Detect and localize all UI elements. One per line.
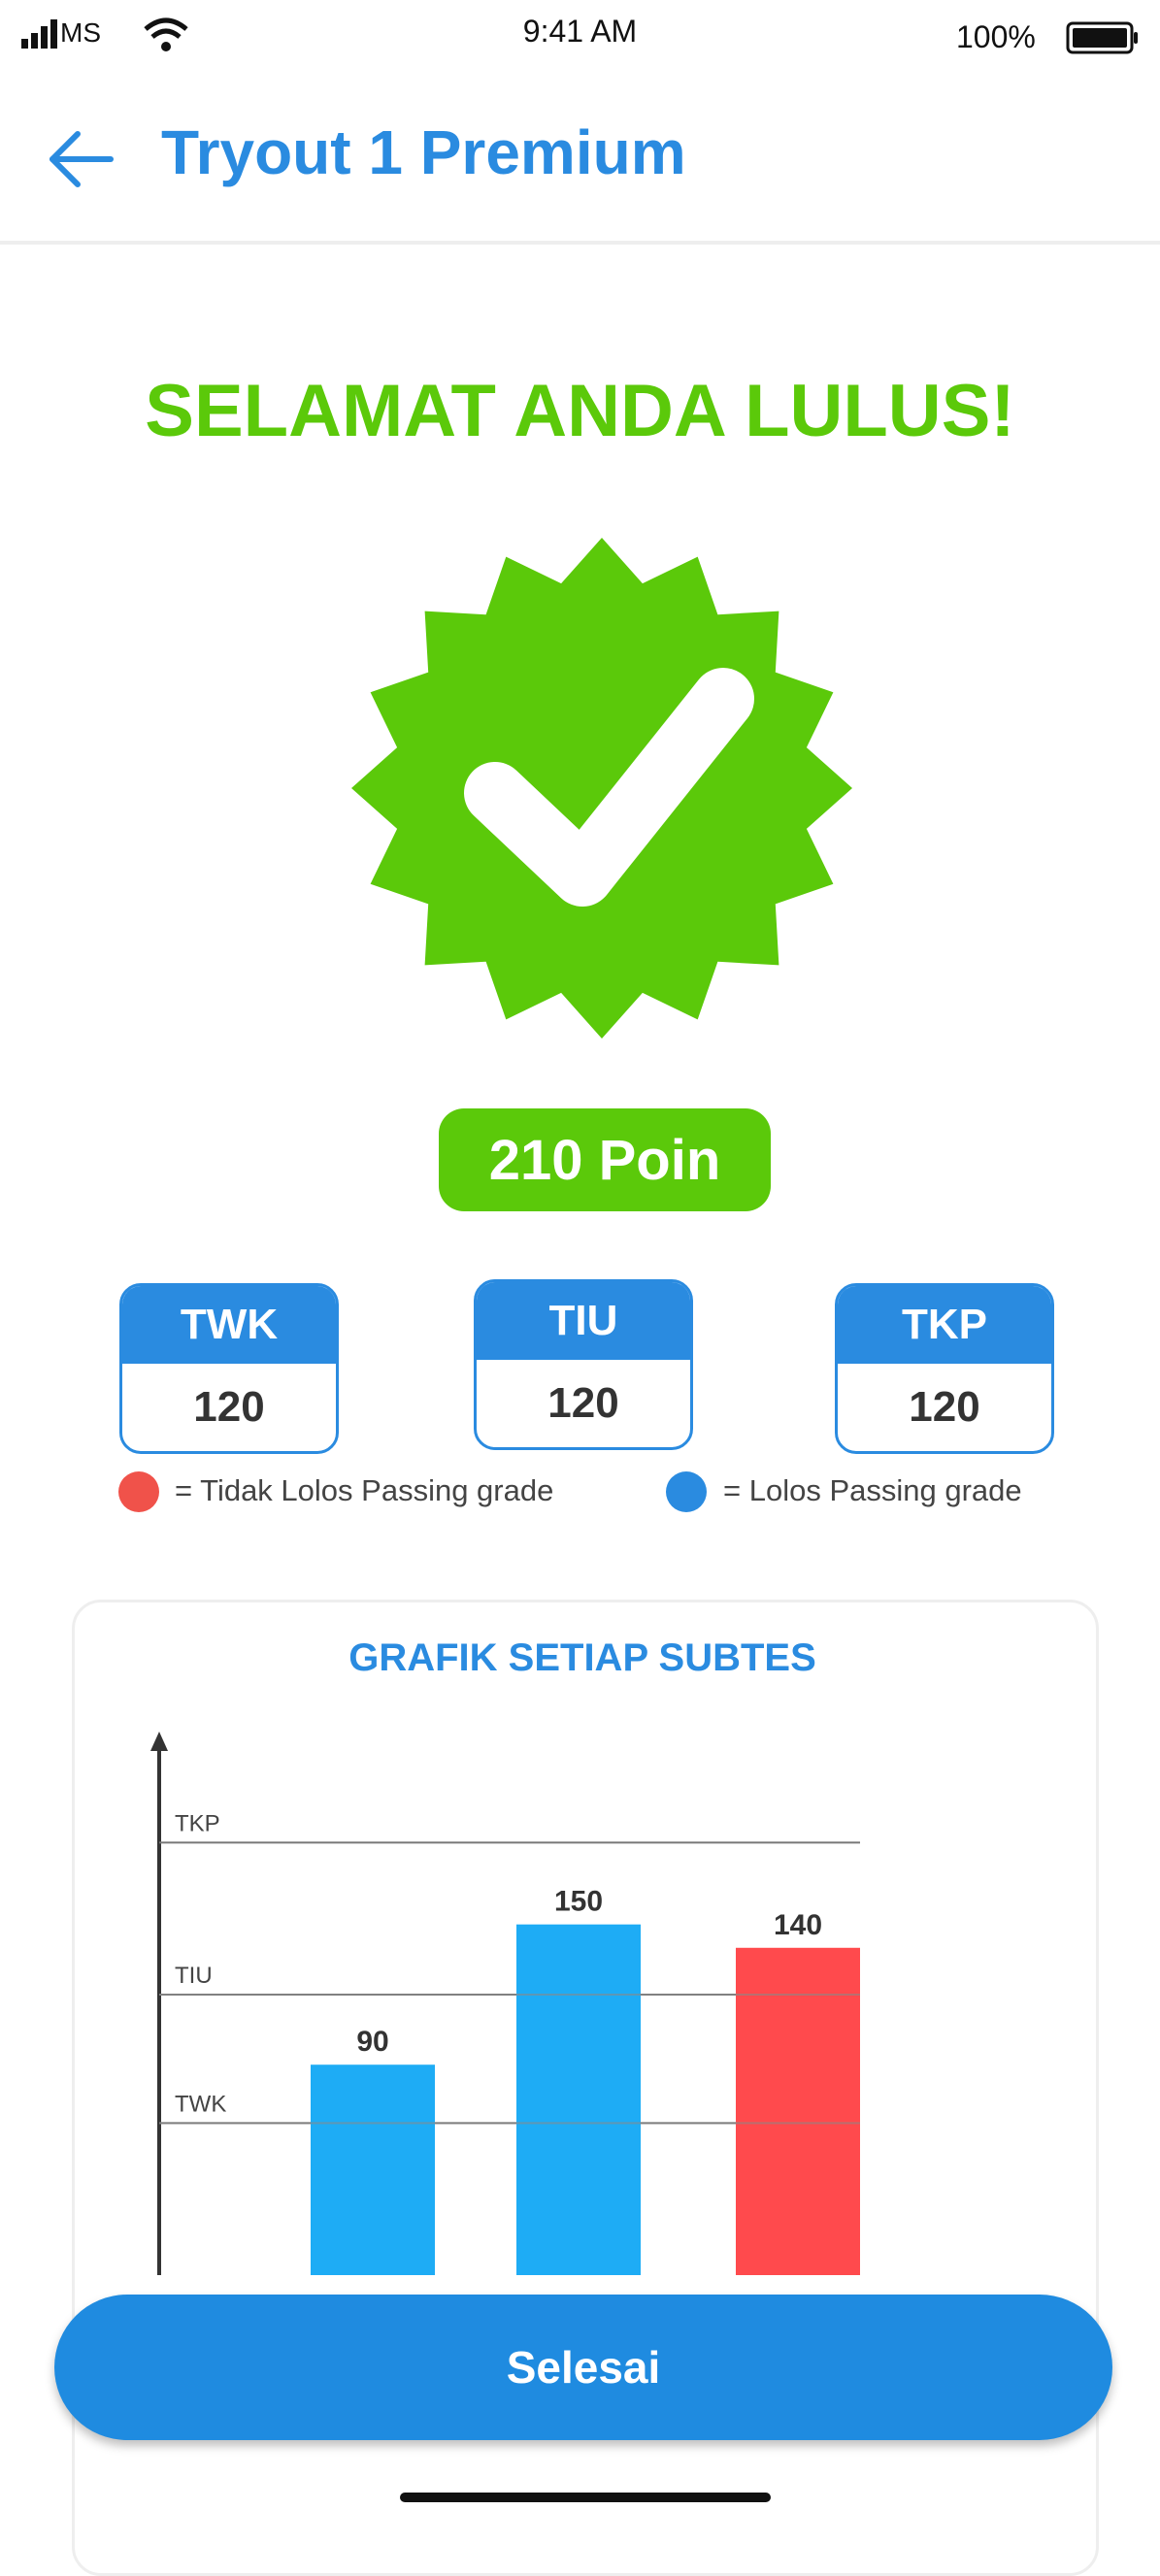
score-value: 120 bbox=[909, 1383, 980, 1431]
bar-value-label-1: 150 bbox=[554, 1886, 603, 1918]
battery-percent: 100% bbox=[956, 19, 1036, 54]
legend-pass-text: = Lolos Passing grade bbox=[723, 1473, 1022, 1507]
score-label: TKP bbox=[838, 1286, 1051, 1364]
legend-fail-text: = Tidak Lolos Passing grade bbox=[175, 1473, 554, 1507]
selesai-button[interactable]: Selesai bbox=[54, 2295, 1112, 2440]
reference-label-twk: TWK bbox=[175, 2091, 226, 2117]
score-card-tiu: TIU 120 bbox=[474, 1279, 693, 1450]
chart-title: GRAFIK SETIAP SUBTES bbox=[348, 1636, 816, 1679]
y-axis-arrow bbox=[150, 1732, 168, 1751]
home-indicator bbox=[400, 2493, 771, 2502]
page-title: Tryout 1 Premium bbox=[161, 117, 686, 187]
bar-1 bbox=[516, 1924, 641, 2275]
bar-value-label-2: 140 bbox=[774, 1909, 822, 1941]
battery-icon bbox=[1066, 21, 1138, 54]
subtest-bar-chart: TWK TIU TKP 90 150 140 bbox=[150, 1732, 860, 2275]
legend-fail-dot bbox=[118, 1471, 159, 1512]
reference-label-tiu: TIU bbox=[175, 1963, 213, 1989]
success-message: SELAMAT ANDA LULUS! bbox=[145, 370, 1015, 452]
points-badge: 210 Poin bbox=[439, 1108, 771, 1211]
bar-0 bbox=[311, 2064, 435, 2275]
score-value: 120 bbox=[547, 1379, 619, 1427]
bar-2 bbox=[736, 1947, 860, 2275]
legend-pass-dot bbox=[666, 1471, 707, 1512]
score-card-twk: TWK 120 bbox=[119, 1283, 339, 1454]
check-badge-icon bbox=[351, 538, 852, 1039]
back-arrow-icon[interactable] bbox=[47, 124, 116, 194]
score-card-tkp: TKP 120 bbox=[835, 1283, 1054, 1454]
score-label: TWK bbox=[122, 1286, 336, 1364]
bar-value-label-0: 90 bbox=[356, 2026, 388, 2058]
score-value: 120 bbox=[193, 1383, 265, 1431]
reference-label-tkp: TKP bbox=[175, 1810, 220, 1836]
score-label: TIU bbox=[477, 1282, 690, 1360]
